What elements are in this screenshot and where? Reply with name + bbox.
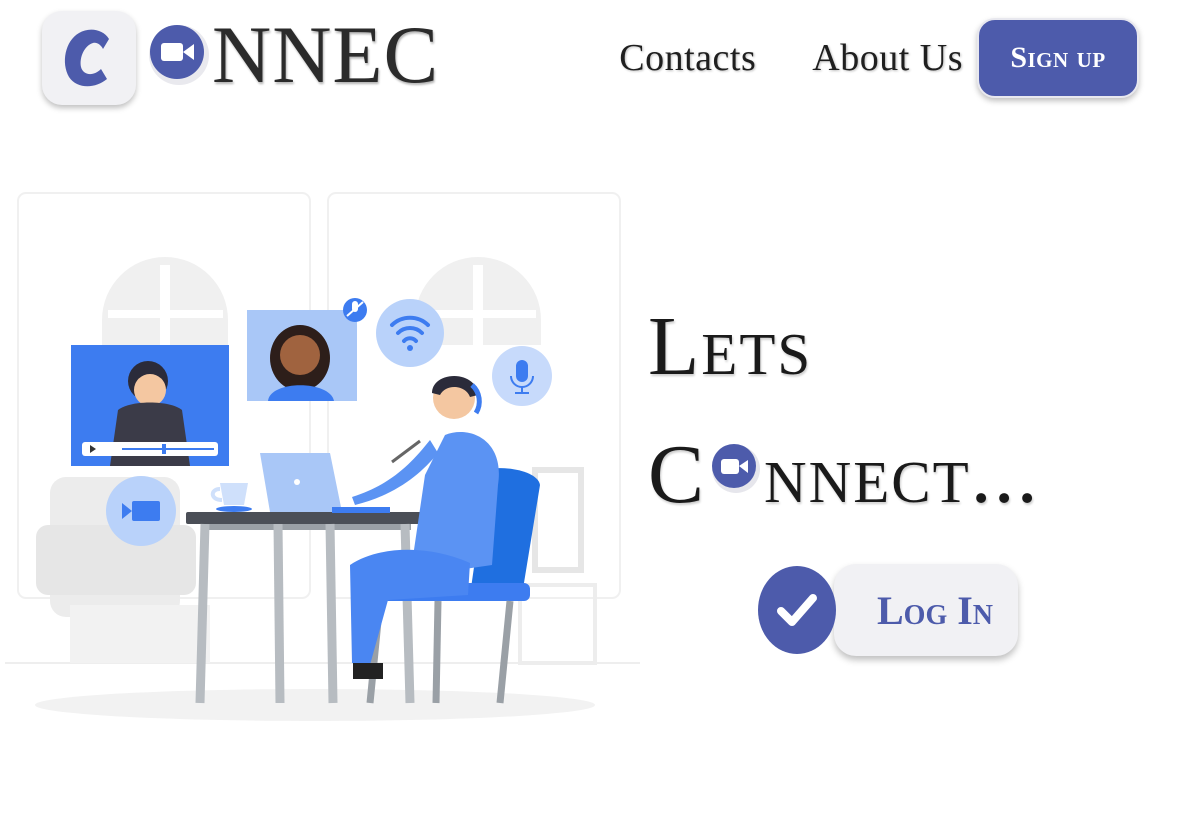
hero-heading: Lets C nnect...: [648, 305, 1040, 517]
hero-camera-badge: [708, 425, 762, 509]
video-call-illustration: [5, 192, 640, 721]
video-call-window: [71, 345, 229, 466]
signup-button[interactable]: Sign up: [977, 18, 1139, 98]
hero-line-lets: Lets: [648, 300, 813, 393]
nav-about-link[interactable]: About Us: [812, 36, 963, 80]
hero-connect-prefix: C: [648, 428, 707, 521]
microphone-icon: [492, 346, 552, 406]
nav-contacts-link[interactable]: Contacts: [619, 36, 756, 80]
c-letter-icon: [64, 29, 109, 87]
hero-connect-suffix: nnect...: [764, 428, 1040, 521]
login-button[interactable]: Log In: [834, 564, 1018, 656]
logo-camera-badge: [146, 20, 212, 90]
desk-icon: [186, 512, 424, 704]
logo-c-tile: [42, 11, 136, 105]
video-camera-icon: [149, 25, 209, 85]
login-group: Log In: [758, 564, 1020, 656]
checkmark-badge: [758, 566, 836, 654]
wifi-icon: [376, 299, 444, 367]
window-left-icon: [102, 257, 228, 345]
hero-line-connect: C nnect...: [648, 425, 1040, 517]
coffee-cup-icon: [210, 483, 252, 512]
camera-bubble-icon: [106, 476, 176, 546]
top-nav: Contacts About Us Sign up: [619, 18, 1139, 98]
laptop-icon: [260, 453, 390, 513]
site-logo[interactable]: NNEC: [42, 10, 439, 106]
logo-wordmark: NNEC: [212, 9, 440, 100]
checkmark-icon: [777, 594, 817, 626]
video-camera-icon: [712, 444, 761, 493]
participant-avatar-card: [247, 298, 367, 401]
